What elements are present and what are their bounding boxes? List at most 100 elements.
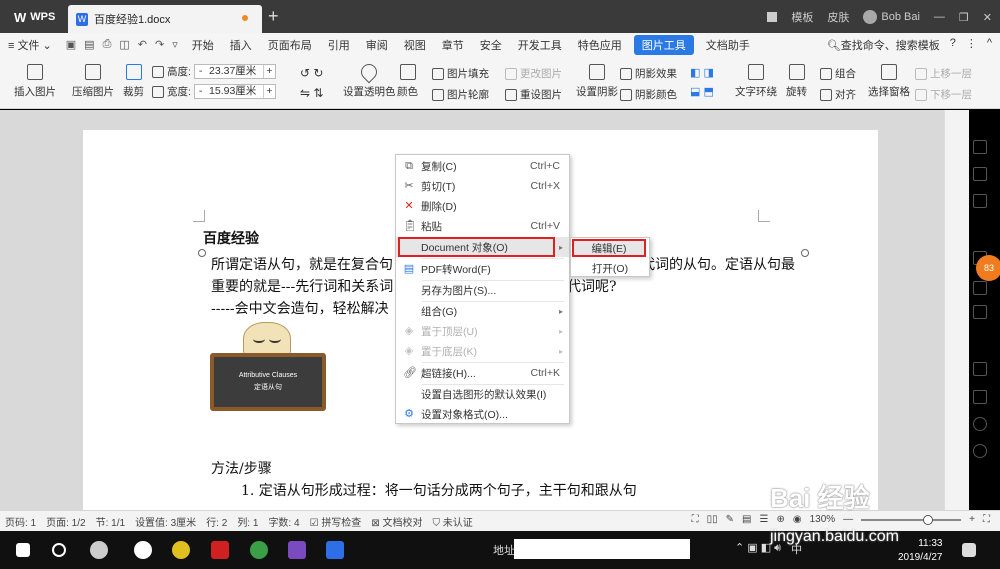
app-ball-icon[interactable] — [172, 541, 190, 559]
auth-status[interactable]: ⛉ 未认证 — [427, 514, 477, 529]
rotate-button[interactable]: 旋转 — [786, 64, 807, 99]
tab-doc-assistant[interactable]: 文档助手 — [698, 37, 758, 53]
history-icon[interactable] — [973, 417, 987, 431]
shape-icon[interactable] — [973, 194, 987, 208]
display-icon[interactable] — [767, 12, 778, 22]
zoom-out-icon[interactable]: — — [843, 514, 853, 525]
menu-item-pdf-to-word[interactable]: ▤ PDF转Word(F) — [396, 259, 569, 279]
submenu-item-open[interactable]: 打开(O) — [571, 259, 649, 277]
height-plus[interactable]: + — [262, 65, 275, 78]
eye-protect-icon[interactable]: ◉ — [793, 514, 802, 525]
align-button[interactable]: 对齐 — [820, 87, 856, 102]
read-mode-icon[interactable]: ▯▯ — [707, 514, 718, 525]
share-icon[interactable] — [973, 305, 987, 319]
tab-reference[interactable]: 引用 — [320, 37, 358, 53]
user-account[interactable]: Bob Bai — [863, 10, 920, 24]
collapse-ribbon-icon[interactable]: ^ — [987, 37, 992, 53]
menu-item-default-shape-effect[interactable]: 设置自选图形的默认效果(I) — [396, 384, 569, 404]
search-command[interactable]: 🔍︎查找命令、搜索模板 — [827, 37, 940, 53]
status-word-count[interactable]: 字数: 4 — [263, 514, 304, 529]
menu-item-cut[interactable]: ✂ 剪切(T) Ctrl+X — [396, 176, 569, 196]
print-icon[interactable]: ⎙ — [103, 38, 112, 51]
height-minus[interactable]: - — [199, 65, 203, 78]
tab-insert[interactable]: 插入 — [222, 37, 260, 53]
tab-view[interactable]: 视图 — [396, 37, 434, 53]
menu-item-hyperlink[interactable]: 🔗︎ 超链接(H)... Ctrl+K — [396, 363, 569, 383]
zoom-value[interactable]: 130% — [810, 514, 836, 525]
fullscreen-icon[interactable]: ⛶ — [692, 514, 699, 525]
menu-item-format-object[interactable]: ⚙ 设置对象格式(O)... — [396, 404, 569, 424]
nudge-icons[interactable]: ◧ ◨ — [690, 66, 714, 79]
outline-view-icon[interactable]: ☰ — [759, 514, 768, 525]
clock[interactable]: 11:33 2019/4/27 — [898, 537, 943, 565]
undo-icon[interactable]: ↶ — [138, 38, 147, 51]
resize-handle-left[interactable] — [198, 249, 206, 257]
send-backward-button[interactable]: 下移一层 — [915, 87, 972, 102]
tab-security[interactable]: 安全 — [472, 37, 510, 53]
pen-icon[interactable] — [973, 140, 987, 154]
wps-home-button[interactable]: W WPS — [8, 7, 61, 27]
export-pdf-icon[interactable]: ▤ — [84, 38, 94, 51]
width-plus[interactable]: + — [262, 85, 275, 98]
menu-item-document-object[interactable]: Document 对象(O) ▸ — [396, 237, 569, 257]
rotate-left-icon[interactable]: ↺ ↻ — [300, 66, 323, 80]
settings-gear-icon[interactable] — [134, 541, 152, 559]
proofread-button[interactable]: ⊠ 文档校对 — [366, 514, 427, 529]
zoom-slider[interactable] — [861, 514, 962, 525]
bring-forward-button[interactable]: 上移一层 — [915, 66, 972, 81]
cursor-icon[interactable] — [973, 167, 987, 181]
tab-chapter[interactable]: 章节 — [434, 37, 472, 53]
tab-start[interactable]: 开始 — [184, 37, 222, 53]
height-input[interactable]: -23.37厘米 + — [193, 64, 276, 79]
file-menu[interactable]: ≡ 文件 ⌄ — [0, 37, 60, 53]
restore-icon[interactable]: ❐ — [959, 11, 969, 24]
document-tab[interactable]: W 百度经验1.docx — [68, 5, 262, 33]
notification-badge[interactable]: 83 — [976, 255, 1000, 281]
print-preview-icon[interactable]: ◫ — [119, 38, 129, 51]
zoom-slider-knob[interactable] — [923, 514, 934, 525]
skin-button[interactable]: 皮肤 — [827, 9, 849, 25]
group-button[interactable]: 组合 — [820, 66, 856, 81]
web-view-icon[interactable]: ⊕ — [776, 514, 784, 525]
new-tab-icon[interactable]: + — [268, 6, 279, 27]
notification-icon[interactable] — [962, 543, 976, 557]
tab-page-layout[interactable]: 页面布局 — [260, 37, 320, 53]
address-input[interactable] — [514, 539, 690, 559]
spell-check-button[interactable]: ☑ 拼写检查 — [305, 514, 367, 529]
tab-review[interactable]: 审阅 — [358, 37, 396, 53]
menu-item-bring-to-front[interactable]: ◈ 置于顶层(U) ▸ — [396, 321, 569, 341]
menu-item-delete[interactable]: ✕ 删除(D) — [396, 196, 569, 216]
menu-item-paste[interactable]: 📋︎ 粘贴 Ctrl+V — [396, 216, 569, 236]
menu-item-copy[interactable]: ⧉ 复制(C) Ctrl+C — [396, 156, 569, 176]
menu-item-send-to-back[interactable]: ◈ 置于底层(K) ▸ — [396, 341, 569, 361]
page-view-icon[interactable]: ▤ — [742, 514, 751, 525]
app-purple-icon[interactable] — [288, 541, 306, 559]
help-circle-icon[interactable] — [973, 444, 987, 458]
minimize-icon[interactable]: — — [934, 11, 945, 23]
tab-developer[interactable]: 开发工具 — [510, 37, 570, 53]
set-transparent-button[interactable]: 设置透明色 — [343, 60, 396, 99]
tab-picture-tools[interactable]: 图片工具 — [633, 34, 694, 55]
tab-features[interactable]: 特色应用 — [570, 37, 630, 53]
set-shadow-button[interactable]: 设置阴影 — [576, 64, 618, 99]
wps-taskbar-icon[interactable] — [326, 541, 344, 559]
image-icon[interactable] — [973, 390, 987, 404]
shadow-color-button[interactable]: 阴影颜色 — [620, 87, 677, 102]
submenu-item-edit[interactable]: 编辑(E) — [572, 239, 646, 257]
change-picture-button[interactable]: 更改图片 — [505, 66, 562, 81]
picture-fill-button[interactable]: 图片填充 — [432, 66, 489, 81]
fit-page-icon[interactable]: ⛶ — [983, 514, 990, 525]
redo-icon[interactable]: ↷ — [155, 38, 164, 51]
browser-icon[interactable] — [250, 541, 268, 559]
cortana-icon[interactable] — [52, 543, 66, 557]
menu-item-group[interactable]: 组合(G) ▸ — [396, 301, 569, 321]
save-icon[interactable]: ▣ — [66, 38, 76, 51]
compress-picture-button[interactable]: 压缩图片 — [72, 64, 114, 99]
app-red-icon[interactable] — [211, 541, 229, 559]
width-input[interactable]: -15.93厘米 + — [193, 84, 276, 99]
zoom-in-icon[interactable]: + — [969, 514, 975, 525]
reset-picture-button[interactable]: 重设图片 — [505, 87, 562, 102]
crop-button[interactable]: 裁剪 — [123, 64, 144, 99]
blackboard-image[interactable]: Attributive Clauses 定语从句 — [210, 353, 326, 411]
panel-icon[interactable] — [973, 362, 987, 376]
